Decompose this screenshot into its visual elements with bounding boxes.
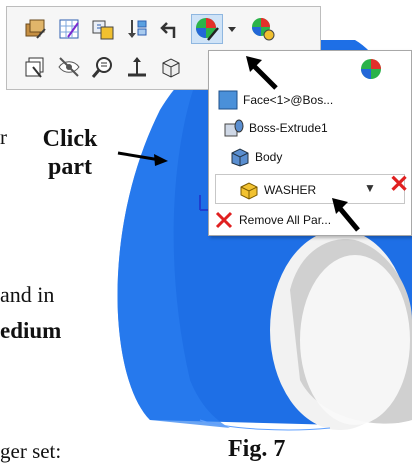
figure-label: Fig. 7 [228, 436, 286, 462]
arrow-to-part [117, 151, 168, 166]
side-text-2: and in [0, 282, 55, 307]
side-text-3: edium [0, 318, 62, 343]
arrow-to-appearance-icon [246, 56, 278, 90]
side-text-4: ger set: [0, 439, 62, 463]
caption-line-1: Click [42, 126, 98, 152]
arrow-to-washer [332, 198, 360, 232]
click-part-caption: Click part [30, 125, 110, 181]
side-text-1: r [0, 125, 7, 149]
caption-line-2: part [48, 154, 92, 180]
callout-arrows [117, 56, 360, 232]
